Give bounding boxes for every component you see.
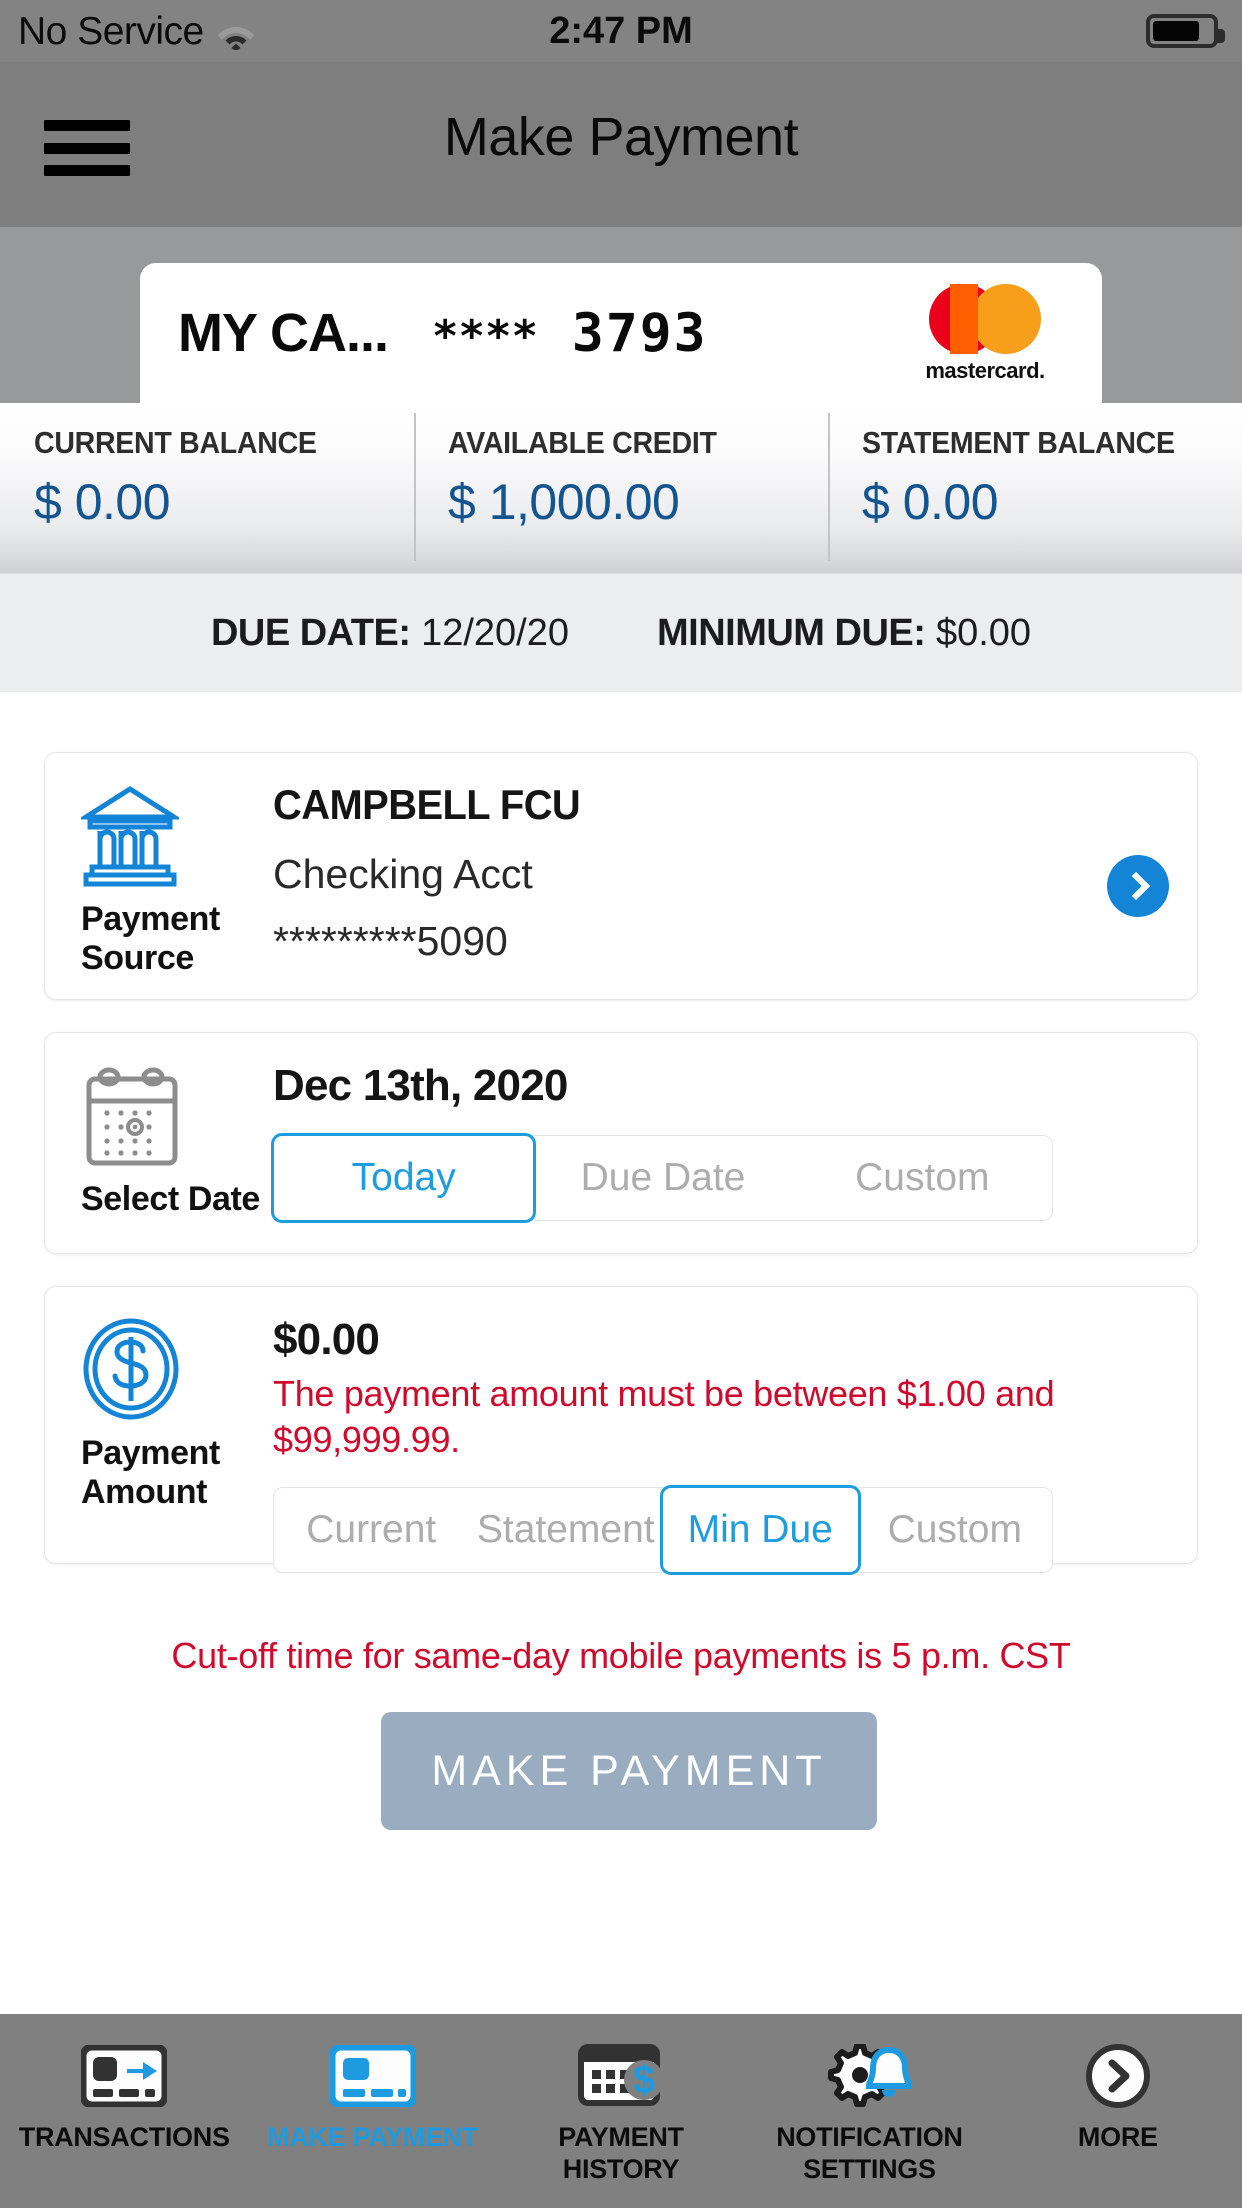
tab-notification-settings[interactable]: NOTIFICATION SETTINGS [745, 2014, 993, 2208]
calendar-dollar-icon: $ [578, 2036, 665, 2116]
bottom-tab-bar: TRANSACTIONS MAKE PAYMENT $ PAYMENT HIST… [0, 2014, 1242, 2208]
payment-amount-value[interactable]: $0.00 [273, 1315, 1163, 1365]
payment-amount-panel: Payment Amount $0.00 The payment amount … [44, 1286, 1198, 1576]
amount-option-min-due[interactable]: Min Due [660, 1485, 861, 1576]
battery-icon [1146, 14, 1225, 48]
mastercard-overlap [950, 284, 978, 354]
payment-source-icon-group: Payment Source [77, 783, 261, 978]
tab-more[interactable]: MORE [994, 2014, 1242, 2208]
tab-label: MAKE PAYMENT [267, 2122, 479, 2152]
clock-label: 2:47 PM [549, 9, 693, 52]
select-date-panel: Select Date Dec 13th, 2020 Today Due Dat… [44, 1032, 1198, 1254]
date-option-today[interactable]: Today [271, 1133, 537, 1223]
amount-option-segmented-control: Current Statement Min Due Custom [273, 1485, 1053, 1576]
date-option-custom[interactable]: Custom [793, 1136, 1052, 1220]
tab-make-payment[interactable]: MAKE PAYMENT [248, 2014, 496, 2208]
credit-card-icon [329, 2036, 416, 2116]
payment-source-details: CAMPBELL FCU Checking Acct *********5090 [273, 781, 1163, 965]
due-date-value: 12/20/20 [421, 611, 569, 654]
institution-name: CAMPBELL FCU [273, 781, 581, 828]
account-last-four: 3793 [571, 302, 708, 364]
minimum-due-label: MINIMUM DUE: [657, 611, 926, 654]
mastercard-yellow-circle [971, 284, 1041, 354]
chevron-right-icon[interactable] [1107, 855, 1169, 917]
payment-amount-icon-group: Payment Amount [81, 1317, 261, 1512]
chevron-circle-icon [1085, 2036, 1151, 2116]
date-option-segmented-control: Today Due Date Custom [271, 1133, 1053, 1223]
balance-cell-available-credit: AVAILABLE CREDIT $ 1,000.00 [414, 403, 828, 573]
make-payment-button[interactable]: MAKE PAYMENT [381, 1712, 877, 1830]
mastercard-logo: mastercard. [910, 275, 1060, 393]
balance-value: $ 1,000.00 [448, 474, 680, 530]
payment-amount-details: $0.00 The payment amount must be between… [273, 1315, 1163, 1576]
balance-cell-statement: STATEMENT BALANCE $ 0.00 [828, 403, 1242, 573]
select-date-section-label: Select Date [81, 1180, 260, 1218]
nav-bar: Make Payment [0, 62, 1242, 227]
balance-value: $ 0.00 [862, 474, 999, 530]
svg-text:$: $ [633, 2058, 655, 2102]
tab-payment-history[interactable]: $ PAYMENT HISTORY [497, 2014, 745, 2208]
payment-source-panel[interactable]: Payment Source CAMPBELL FCU Checking Acc… [44, 752, 1198, 1000]
amount-option-current[interactable]: Current [274, 1488, 469, 1572]
due-date-label: DUE DATE: [210, 611, 411, 654]
minimum-due-value: $0.00 [935, 611, 1032, 654]
amount-option-custom[interactable]: Custom [858, 1488, 1053, 1572]
page-title: Make Payment [443, 107, 799, 167]
mastercard-wordmark: mastercard. [925, 358, 1045, 383]
date-option-due-date[interactable]: Due Date [533, 1136, 792, 1220]
account-card[interactable]: MY CA... **** 3793 mastercard. [140, 263, 1102, 403]
balance-label: CURRENT BALANCE [34, 425, 317, 460]
balance-summary: CURRENT BALANCE $ 0.00 AVAILABLE CREDIT … [0, 403, 1242, 573]
minimum-due-group: MINIMUM DUE: $0.00 [657, 612, 1031, 655]
account-type: Checking Acct [273, 851, 533, 897]
balance-label: AVAILABLE CREDIT [448, 425, 717, 460]
tab-label: NOTIFICATION SETTINGS [776, 2122, 963, 2184]
calendar-icon [81, 1063, 183, 1172]
cutoff-note: Cut-off time for same-day mobile payment… [171, 1635, 1071, 1676]
balance-cell-current: CURRENT BALANCE $ 0.00 [0, 403, 414, 573]
account-nickname: MY CA... [178, 303, 389, 363]
payment-amount-error: The payment amount must be between $1.00… [273, 1373, 1055, 1461]
gear-bell-icon [823, 2036, 915, 2116]
tab-label: TRANSACTIONS [18, 2122, 230, 2152]
make-payment-screen: No Service 2:47 PM Make Payment MY CA...… [0, 0, 1242, 2208]
due-summary: DUE DATE: 12/20/20 MINIMUM DUE: $0.00 [0, 573, 1242, 692]
balance-label: STATEMENT BALANCE [862, 425, 1175, 460]
amount-option-statement[interactable]: Statement [469, 1488, 664, 1572]
payment-amount-section-label: Payment Amount [81, 1434, 220, 1512]
card-transfer-icon [81, 2036, 168, 2116]
status-bar: No Service 2:47 PM [0, 0, 1242, 62]
tab-label: MORE [1077, 2122, 1158, 2152]
account-number: **** 3793 [432, 303, 708, 364]
select-date-details: Dec 13th, 2020 Today Due Date Custom [271, 1061, 1163, 1223]
dollar-coin-icon [81, 1317, 181, 1426]
source-account-mask: *********5090 [273, 918, 508, 964]
payment-source-section-label: Payment Source [81, 900, 220, 978]
bank-institution-icon [77, 783, 183, 892]
due-date-group: DUE DATE: 12/20/20 [211, 612, 569, 655]
selected-date-value: Dec 13th, 2020 [273, 1061, 568, 1110]
select-date-icon-group: Select Date [81, 1063, 261, 1219]
tab-label: PAYMENT HISTORY [558, 2122, 684, 2184]
balance-value: $ 0.00 [34, 474, 171, 530]
account-mask-stars: **** [432, 310, 538, 362]
tab-transactions[interactable]: TRANSACTIONS [0, 2014, 248, 2208]
